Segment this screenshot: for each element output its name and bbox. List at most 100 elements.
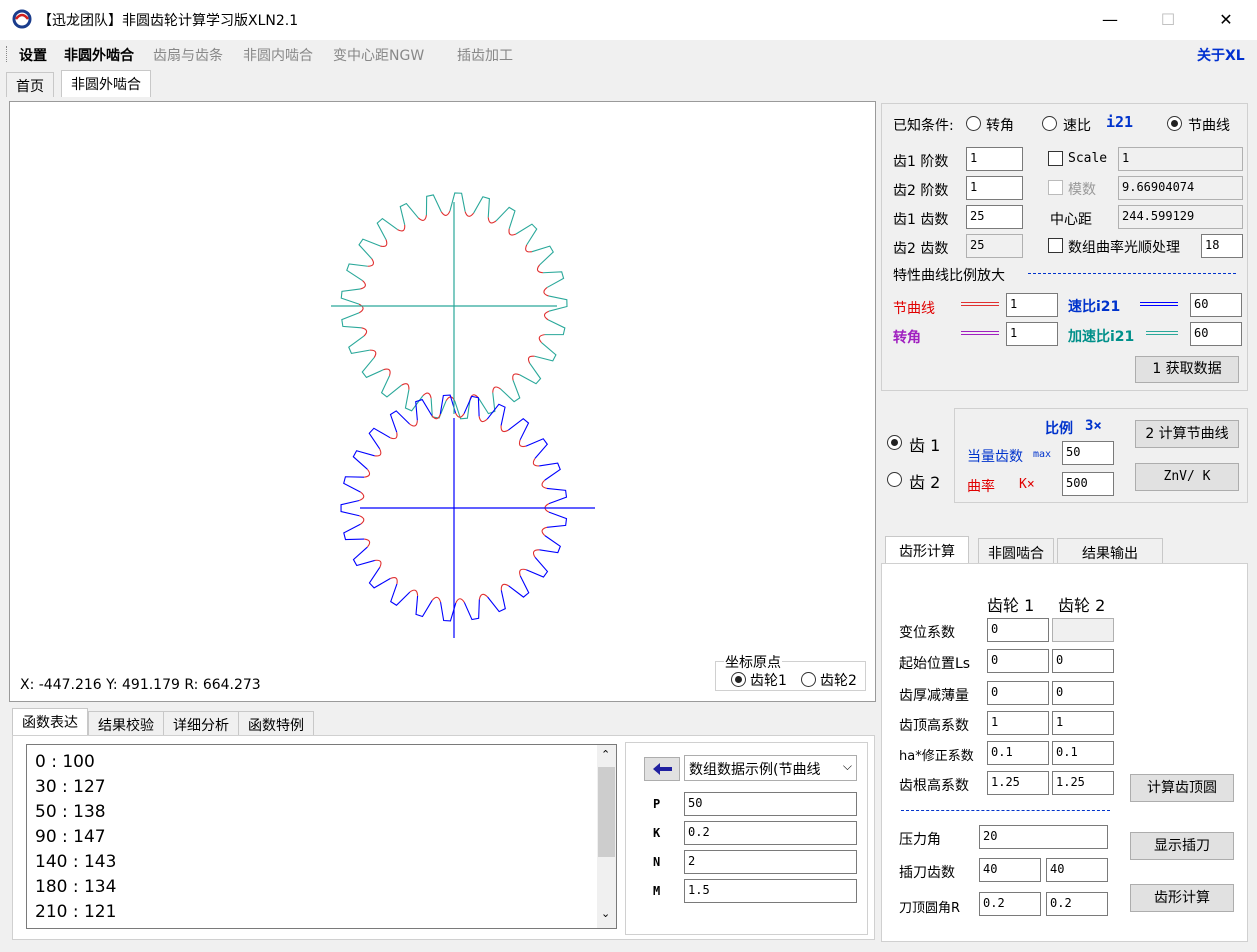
- tab-function[interactable]: 函数表达: [12, 708, 88, 735]
- g1-teeth-input[interactable]: 25: [966, 205, 1023, 229]
- tip-radius-2-input[interactable]: 0.2: [1046, 892, 1108, 916]
- scroll-up-icon[interactable]: ⌃: [601, 748, 610, 761]
- origin-gear1-radio[interactable]: [731, 672, 746, 687]
- close-button[interactable]: ✕: [1197, 0, 1255, 40]
- center-label: 中心距: [1050, 212, 1092, 228]
- scale-checkbox[interactable]: [1048, 151, 1063, 166]
- radio-angle[interactable]: [966, 116, 981, 131]
- pitch-curve-input[interactable]: 1: [1006, 293, 1058, 317]
- gear-tooth: [380, 375, 402, 398]
- ha-correction-g2-input[interactable]: 0.1: [1052, 741, 1114, 765]
- dedendum-coef-g1-input[interactable]: 1.25: [987, 771, 1049, 795]
- menu-shaping[interactable]: 插齿加工: [457, 45, 513, 65]
- tab-external-mesh[interactable]: 非圆外啮合: [61, 70, 151, 97]
- tooth-calc-button[interactable]: 齿形计算: [1130, 884, 1234, 912]
- equiv-teeth-input[interactable]: 50: [1062, 441, 1114, 465]
- radio-pitch[interactable]: [1167, 116, 1182, 131]
- cutter-teeth-1-input[interactable]: 40: [979, 858, 1041, 882]
- gear-root: [361, 327, 368, 337]
- tab-home[interactable]: 首页: [6, 72, 54, 97]
- ha-correction-g1-input[interactable]: 0.1: [987, 741, 1049, 765]
- ratio-label: 比例: [1045, 421, 1073, 437]
- m-input[interactable]: 1.5: [684, 879, 857, 903]
- origin-gear2-radio[interactable]: [801, 672, 816, 687]
- example-select-value: 数组数据示例(节曲线: [689, 762, 821, 778]
- function-textarea[interactable]: 0 : 100 30 : 127 50 : 138 90 : 147 140 :…: [26, 744, 617, 929]
- tip-radius-1-input[interactable]: 0.2: [979, 892, 1041, 916]
- gear-tooth: [525, 557, 549, 578]
- example-select[interactable]: 数组数据示例(节曲线 ⌵: [684, 755, 857, 781]
- insert-arrow-button[interactable]: [644, 757, 680, 781]
- speed-curve-input[interactable]: 60: [1190, 293, 1242, 317]
- start-pos-g1-input[interactable]: 0: [987, 649, 1049, 673]
- gear-tooth: [508, 418, 530, 441]
- menu-about[interactable]: 关于XL: [1197, 45, 1245, 65]
- g1-order-input[interactable]: 1: [966, 147, 1023, 171]
- tab-noncircular-mesh[interactable]: 非圆啮合: [978, 538, 1054, 564]
- gear-root: [518, 439, 527, 448]
- gear-root: [397, 224, 406, 232]
- addendum-coef-g2-input[interactable]: 1: [1052, 711, 1114, 735]
- calc-pitch-button[interactable]: 2 计算节曲线: [1135, 420, 1239, 448]
- menu-sector-rack[interactable]: 齿扇与齿条: [153, 45, 223, 65]
- menu-ngw[interactable]: 变中心距NGW: [333, 45, 424, 65]
- addendum-coef-g1-input[interactable]: 1: [987, 711, 1049, 735]
- g2-order-input[interactable]: 1: [966, 176, 1023, 200]
- arrow-left-icon: [653, 763, 672, 775]
- k-multiplier-label: K×: [1019, 477, 1035, 492]
- radio-speed[interactable]: [1042, 116, 1057, 131]
- znv-k-button[interactable]: ZnV/ K: [1135, 463, 1239, 491]
- angle-curve-input[interactable]: 1: [1006, 322, 1058, 346]
- gear-root: [422, 392, 432, 399]
- gear-root: [478, 416, 488, 423]
- gear2-radio[interactable]: [887, 472, 902, 487]
- thickness-reduction-g1-input[interactable]: 0: [987, 681, 1049, 705]
- menu-external-mesh[interactable]: 非圆外啮合: [64, 45, 134, 65]
- accel-curve-input[interactable]: 60: [1190, 322, 1242, 346]
- g2-order-label: 齿2 阶数: [893, 183, 949, 199]
- gear-tooth: [390, 583, 411, 606]
- cutter-teeth-2-input[interactable]: 40: [1046, 858, 1108, 882]
- pressure-angle-input[interactable]: 20: [979, 825, 1108, 849]
- gear-root: [543, 310, 550, 321]
- m-label: M: [653, 884, 661, 898]
- gear-root: [541, 479, 548, 489]
- curvature-input[interactable]: 500: [1062, 472, 1114, 496]
- k-input[interactable]: 0.2: [684, 821, 857, 845]
- tab-special[interactable]: 函数特例: [238, 711, 314, 735]
- shift-coef-g1-input[interactable]: 0: [987, 618, 1049, 642]
- scrollbar-thumb[interactable]: [598, 767, 615, 857]
- tab-result-output[interactable]: 结果输出: [1057, 538, 1163, 564]
- start-pos-g2-input[interactable]: 0: [1052, 649, 1114, 673]
- menu-settings[interactable]: 设置: [19, 45, 47, 65]
- tab-tooth-calc[interactable]: 齿形计算: [885, 536, 969, 564]
- smooth-input[interactable]: 18: [1201, 234, 1243, 258]
- minimize-button[interactable]: —: [1081, 0, 1139, 40]
- gear-tooth: [508, 575, 530, 598]
- scrollbar[interactable]: ⌃ ⌄: [597, 745, 616, 928]
- maximize-button[interactable]: ☐: [1139, 0, 1197, 40]
- addendum-coef-label: 齿顶高系数: [899, 718, 969, 734]
- radio-speed-label: 速比: [1063, 118, 1091, 134]
- show-cutter-button[interactable]: 显示插刀: [1130, 832, 1234, 860]
- gear-root: [512, 373, 520, 381]
- gear-root: [374, 559, 382, 568]
- n-input[interactable]: 2: [684, 850, 857, 874]
- module-checkbox[interactable]: [1048, 180, 1063, 195]
- tab-analysis[interactable]: 详细分析: [163, 711, 239, 735]
- tooth-divider: [901, 810, 1110, 811]
- gear-root: [478, 593, 488, 600]
- p-input[interactable]: 50: [684, 792, 857, 816]
- tab-verify[interactable]: 结果校验: [88, 711, 164, 735]
- smooth-checkbox[interactable]: [1048, 238, 1063, 253]
- get-data-button[interactable]: 1 获取数据: [1135, 356, 1239, 383]
- dedendum-coef-g2-input[interactable]: 1.25: [1052, 771, 1114, 795]
- gear1-radio[interactable]: [887, 435, 902, 450]
- function-line: 90 : 147: [35, 827, 106, 847]
- gear-canvas[interactable]: X: -447.216 Y: 491.179 R: 664.273 坐标原点 齿…: [9, 101, 876, 702]
- calc-tip-circle-button[interactable]: 计算齿顶圆: [1130, 774, 1234, 802]
- app-logo-icon: [12, 9, 32, 29]
- thickness-reduction-g2-input[interactable]: 0: [1052, 681, 1114, 705]
- menu-internal-mesh[interactable]: 非圆内啮合: [243, 45, 313, 65]
- scroll-down-icon[interactable]: ⌄: [601, 907, 610, 920]
